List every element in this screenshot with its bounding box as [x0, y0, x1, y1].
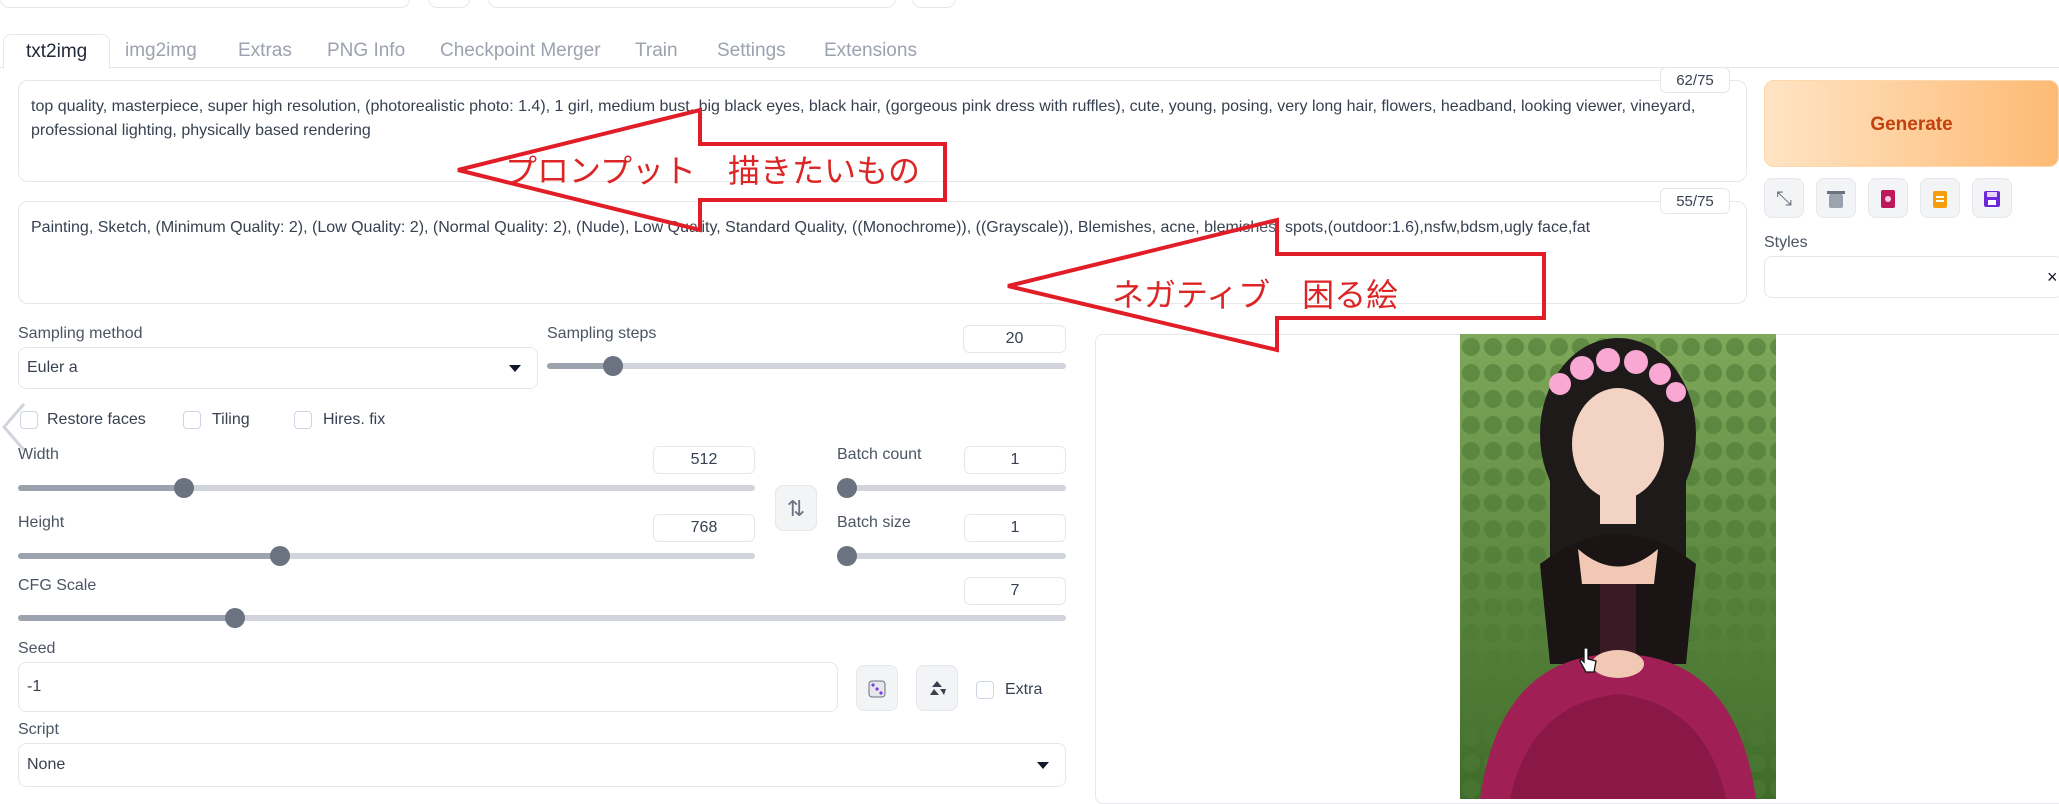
- prompt-annotation-text: プロンプット 描きたいもの: [505, 152, 921, 190]
- annotation-overlay: [457, 107, 1546, 353]
- negative-annotation-text: ネガティブ 困る絵: [1112, 276, 1399, 314]
